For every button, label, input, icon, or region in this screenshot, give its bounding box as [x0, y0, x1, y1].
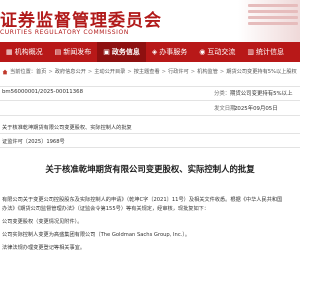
chat-icon: ◉ [199, 48, 206, 56]
divider [0, 147, 300, 148]
nav-item-service[interactable]: ◈ 办事服务 [146, 42, 193, 62]
date-value: 2025年09月05日 [234, 106, 278, 112]
divider [0, 115, 300, 116]
nav-item-interaction[interactable]: ◉ 互动交流 [193, 42, 241, 62]
subject-label: 分类： [214, 91, 231, 97]
document-number: 证监许可〔2025〕1968号 [2, 139, 65, 145]
index-number: bm56000001/2025-00011368 [2, 89, 84, 95]
breadcrumb-item[interactable]: 行政许可 [168, 68, 189, 75]
divider [0, 86, 300, 87]
nav-item-stats[interactable]: ▥ 统计信息 [241, 42, 290, 62]
service-icon: ◈ [151, 48, 158, 56]
body-paragraph: 办法》《期货公司监督管理办法》（证监会令第155号）等有关规定，经审核，现批复如… [2, 206, 210, 212]
header-decoration [238, 0, 300, 42]
breadcrumb-item[interactable]: 当前位置：首页 [10, 68, 46, 75]
meta-row-date: 发文日期： 2025年09月05日 [0, 104, 300, 115]
breadcrumb-item[interactable]: 主动公开目录 [94, 68, 125, 75]
nav-item-label: 新闻发布 [63, 48, 92, 56]
document-name: 关于核准乾坤期货有限公司变更股权、实际控制人的批复 [2, 125, 132, 131]
breadcrumb-item[interactable]: 机构监管 [197, 68, 218, 75]
breadcrumb-item[interactable]: 按主题查看 [134, 68, 160, 75]
breadcrumb-item[interactable]: 期货公司变更持有5%以上股权 [226, 68, 296, 75]
nav-item-label: 政务信息 [111, 48, 140, 56]
home-icon [2, 69, 8, 74]
document-title: 关于核准乾坤期货有限公司变更股权、实际控制人的批复 [45, 164, 255, 174]
institution-icon: ▦ [6, 48, 13, 56]
breadcrumb: 当前位置：首页 > 政府信息公开 > 主动公开目录 > 按主题查看 > 行政许可 > 机构… [2, 68, 298, 75]
nav-item-label: 互动交流 [207, 48, 236, 56]
body-paragraph: 法律法规办理变更登记等相关事宜。 [2, 245, 86, 251]
gov-info-icon: ▣ [103, 48, 110, 56]
meta-row-index: bm56000001/2025-00011368 分类： 期货公司变更持有5%以… [0, 89, 300, 100]
nav-item-label: 机构概况 [14, 48, 43, 56]
site-logo-cn[interactable]: 证券监督管理委员会 [0, 6, 162, 31]
document-meta: bm56000001/2025-00011368 分类： 期货公司变更持有5%以… [0, 86, 300, 118]
nav-item-institution[interactable]: ▦ 机构概况 [0, 42, 49, 62]
site-logo-en: CURITIES REGULATORY COMMISSION [0, 29, 129, 36]
site-header: 证券监督管理委员会 CURITIES REGULATORY COMMISSION [0, 0, 300, 42]
divider [0, 133, 300, 134]
divider [0, 100, 300, 101]
news-icon: ▤ [54, 48, 62, 56]
nav-item-label: 办事服务 [159, 48, 188, 56]
stats-icon: ▥ [247, 48, 254, 56]
body-paragraph: 有限公司关于变更公司控股股东及实际控制人的申请》（乾坤C字〔2021〕11号）及… [2, 197, 283, 203]
main-nav: ▦ 机构概况 ▤ 新闻发布 ▣ 政务信息 ◈ 办事服务 ◉ 互动交流 ▥ 统计信… [0, 42, 300, 62]
body-paragraph: 公司变更股权（变更情况见附件）。 [2, 219, 83, 225]
nav-item-gov-info[interactable]: ▣ 政务信息 [97, 42, 146, 62]
nav-item-news[interactable]: ▤ 新闻发布 [49, 42, 98, 62]
body-paragraph: 公司实际控制人变更为高盛集团有限公司（The Goldman Sachs Gro… [2, 232, 191, 238]
subject-value: 期货公司变更持有5%以上 [230, 91, 293, 97]
breadcrumb-item[interactable]: 政府信息公开 [55, 68, 86, 75]
nav-item-label: 统计信息 [256, 48, 284, 56]
